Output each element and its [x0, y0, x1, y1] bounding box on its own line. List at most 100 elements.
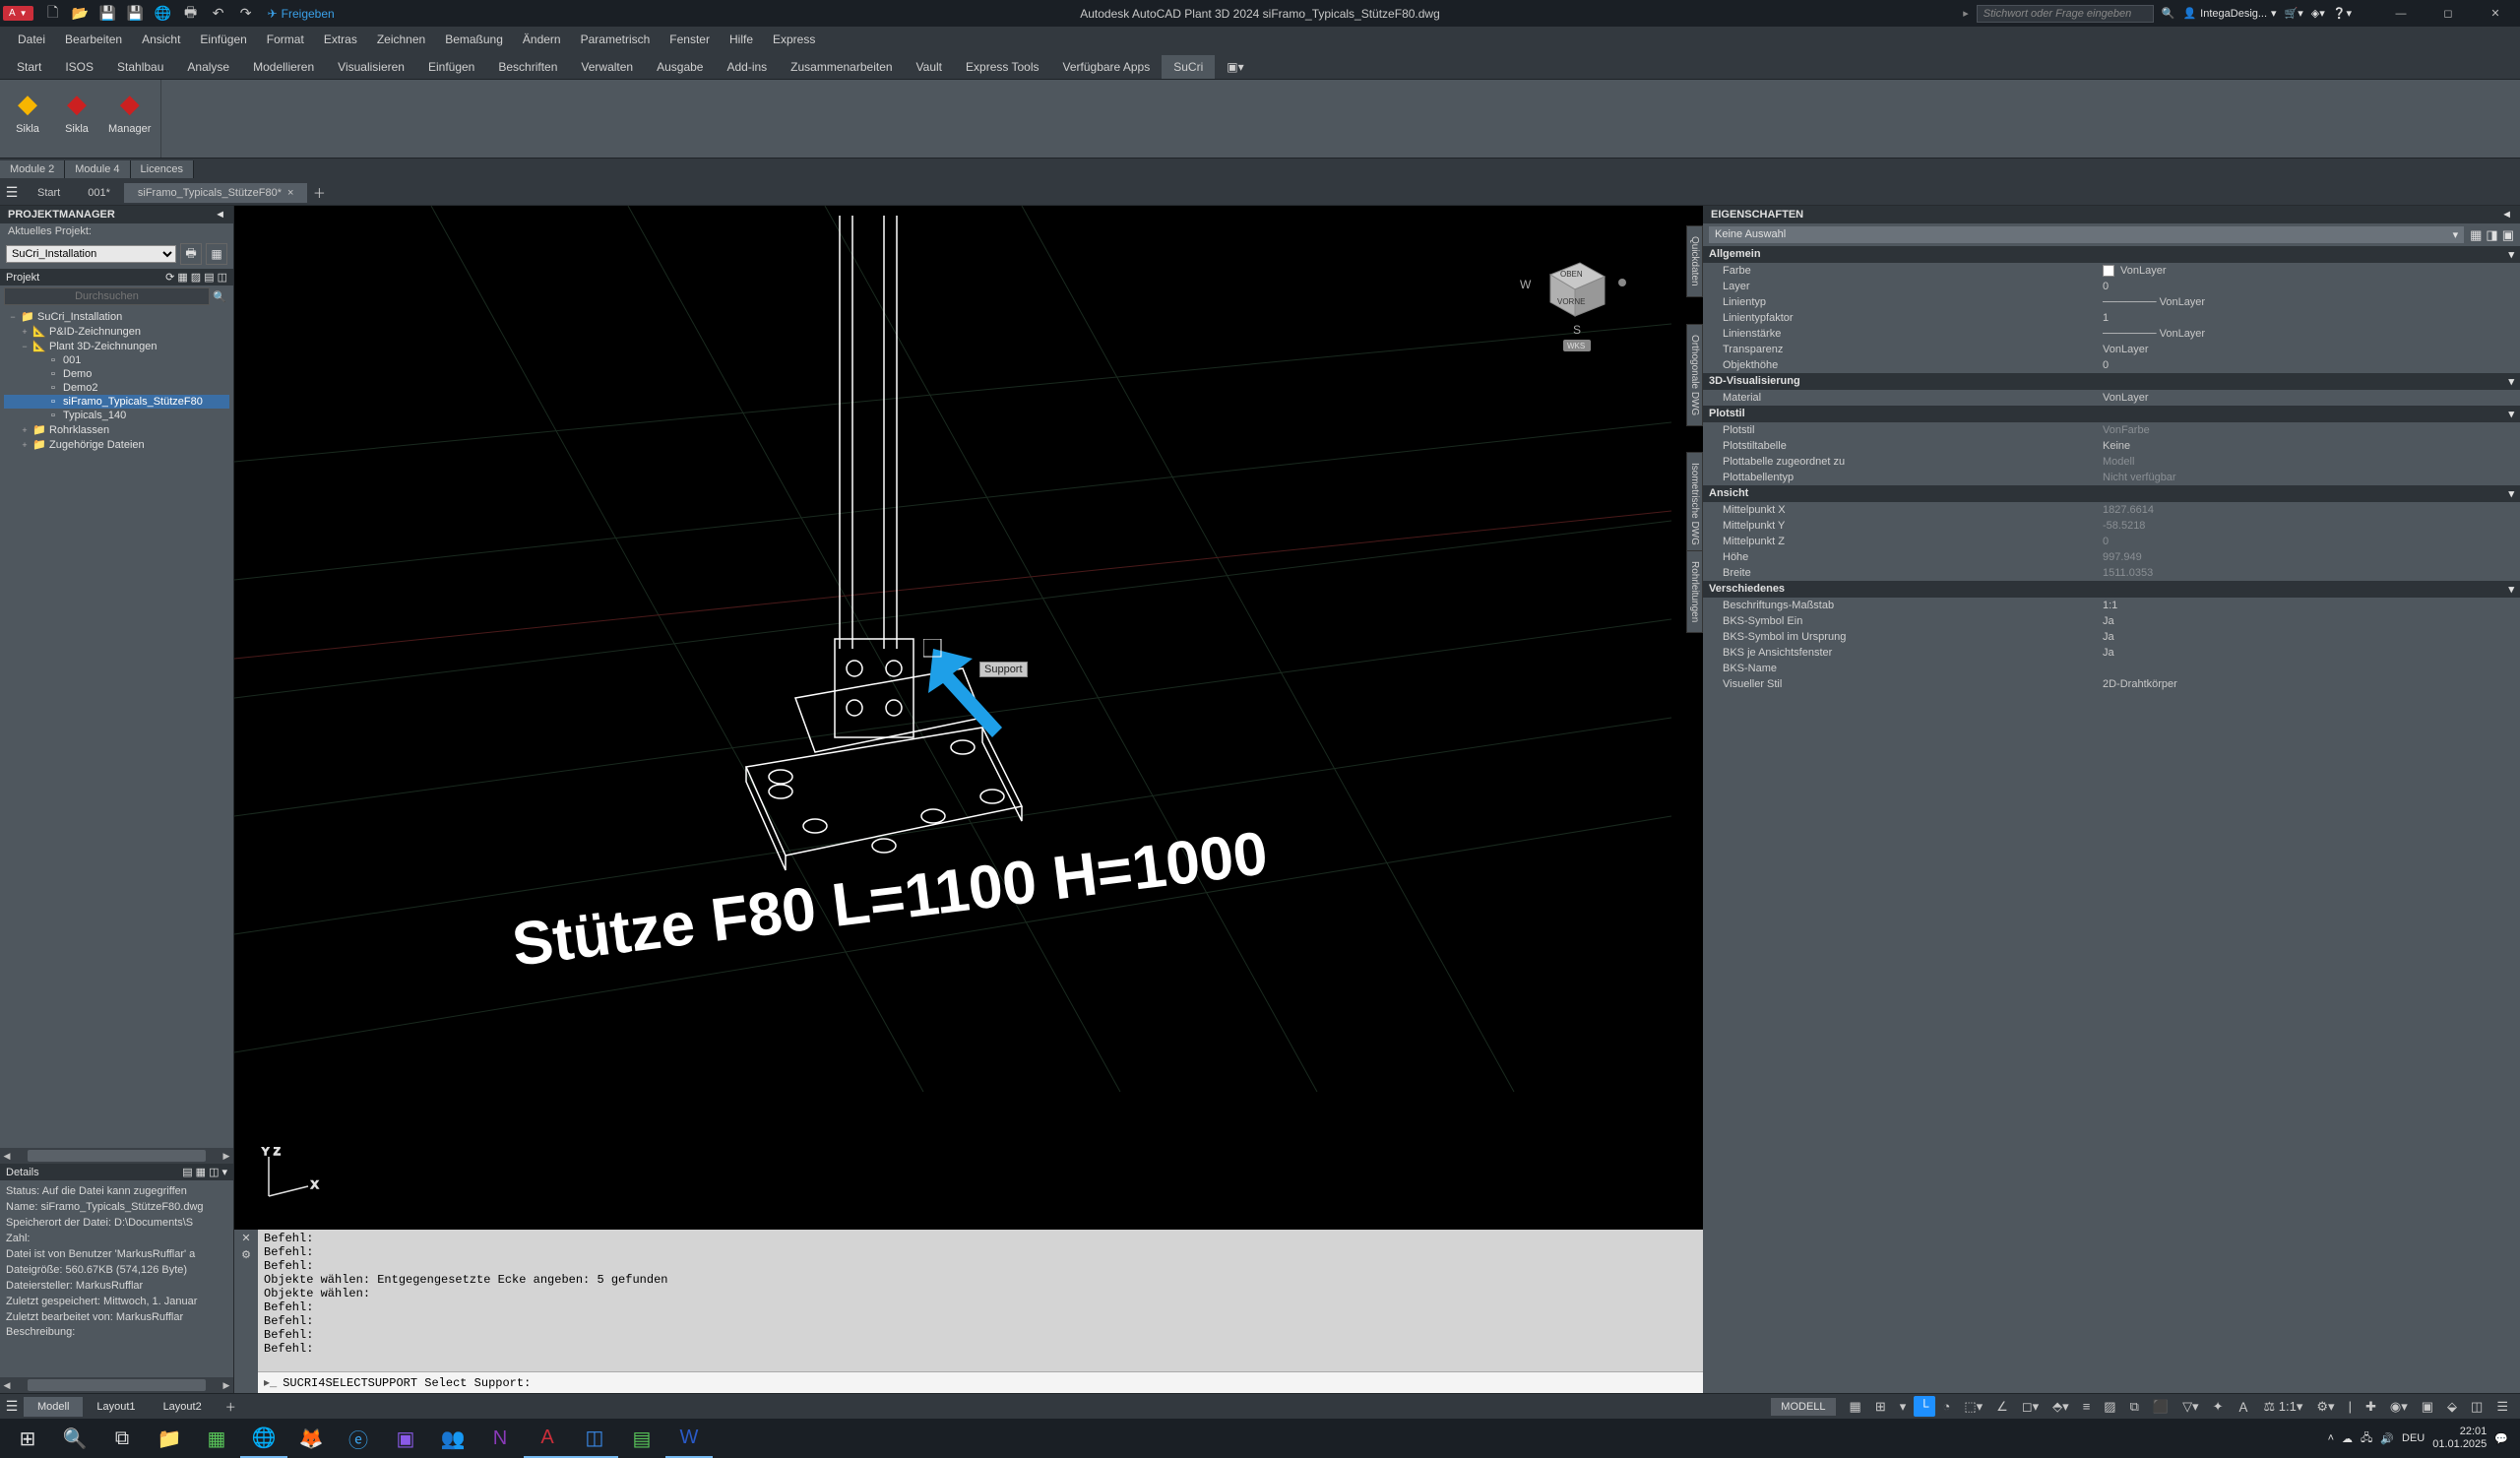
sb-lwt-icon[interactable]: ≡ — [2077, 1396, 2097, 1417]
close-button[interactable]: ✕ — [2474, 2, 2517, 26]
prop-row[interactable]: BKS-Symbol EinJa — [1703, 613, 2520, 629]
minimize-button[interactable]: — — [2379, 2, 2423, 26]
tree-node[interactable]: +📁Zugehörige Dateien — [4, 437, 229, 452]
props-ic3-icon[interactable]: ▣ — [2502, 227, 2514, 243]
sb-3dosnap-icon[interactable]: ⬘▾ — [2047, 1396, 2075, 1418]
tree-node[interactable]: −📁SuCri_Installation — [4, 309, 229, 324]
sb-polar-icon[interactable]: ◔ — [1937, 1396, 1957, 1417]
prop-row[interactable]: BKS-Name — [1703, 661, 2520, 676]
clock[interactable]: 22:0101.01.2025 — [2432, 1426, 2487, 1451]
ribbon-group[interactable]: Module 4 — [65, 160, 130, 178]
ribbon-tab[interactable]: Analyse — [175, 55, 241, 79]
doc-tab[interactable]: Start — [24, 183, 74, 203]
prop-row[interactable]: Objekthöhe0 — [1703, 357, 2520, 373]
tree-node[interactable]: −📐Plant 3D-Zeichnungen — [4, 339, 229, 353]
prop-row[interactable]: PlottabellentypNicht verfügbar — [1703, 470, 2520, 485]
menu-bemaßung[interactable]: Bemaßung — [435, 29, 513, 50]
prop-row[interactable]: Breite1511.0353 — [1703, 565, 2520, 581]
command-input[interactable]: ▸_ SUCRI4SELECTSUPPORT Select Support: — [258, 1371, 1703, 1393]
doc-tabs-menu-icon[interactable]: ☰ — [0, 184, 24, 201]
sb-hw-icon[interactable]: ⬙ — [2441, 1396, 2463, 1418]
app-menu[interactable]: A▼ — [3, 6, 33, 21]
tree-node[interactable]: +📁Rohrklassen — [4, 422, 229, 437]
details-ic3-icon[interactable]: ◫ — [209, 1166, 219, 1178]
tree-node[interactable]: ▫Demo2 — [4, 381, 229, 395]
props-ic2-icon[interactable]: ◨ — [2486, 227, 2497, 243]
sb-custom-icon[interactable]: ☰ — [2490, 1396, 2514, 1418]
cart-icon[interactable]: 🛒▾ — [2285, 7, 2303, 20]
sb-snap-icon[interactable]: ⊞ — [1869, 1396, 1892, 1418]
tray-lang[interactable]: DEU — [2402, 1432, 2425, 1444]
start-button[interactable]: ⊞ — [4, 1419, 51, 1458]
layout-tab[interactable]: Layout2 — [150, 1397, 216, 1417]
ribbon-tab[interactable]: Einfügen — [416, 55, 486, 79]
prop-row[interactable]: Linientypfaktor1 — [1703, 310, 2520, 326]
menu-bearbeiten[interactable]: Bearbeiten — [55, 29, 132, 50]
sb-otrack-icon[interactable]: ∠ — [1990, 1396, 2014, 1418]
sb-filter-icon[interactable]: ▽▾ — [2176, 1396, 2205, 1418]
qat-saveas-icon[interactable]: 💾 — [124, 2, 148, 26]
sb-cycle-icon[interactable]: ⧉ — [2124, 1396, 2145, 1418]
menu-fenster[interactable]: Fenster — [660, 29, 720, 50]
onenote-icon[interactable]: N — [476, 1419, 524, 1458]
prop-row[interactable]: Plottabelle zugeordnet zuModell — [1703, 454, 2520, 470]
qat-new-icon[interactable]: 🗋 — [41, 2, 65, 26]
doc-tab[interactable]: 001* — [74, 183, 124, 203]
menu-hilfe[interactable]: Hilfe — [720, 29, 763, 50]
project-btn2-icon[interactable]: ▦ — [206, 243, 227, 265]
sb-scale-icon[interactable]: ⚖ 1:1▾ — [2258, 1396, 2309, 1418]
tree-node[interactable]: ▫Typicals_140 — [4, 409, 229, 422]
ribbon-btn-sikla[interactable]: ◆Sikla — [55, 84, 98, 137]
sb-vis-icon[interactable]: ◉▾ — [2384, 1396, 2414, 1418]
share-button[interactable]: ✈ Freigeben — [268, 7, 335, 21]
sb-clean-icon[interactable]: ◫ — [2465, 1396, 2488, 1418]
ribbon-tab[interactable]: Visualisieren — [326, 55, 416, 79]
tree-ic1-icon[interactable]: ▦ — [177, 271, 187, 284]
ribbon-tab[interactable]: Start — [5, 55, 53, 79]
edge-icon[interactable]: ⓔ — [335, 1419, 382, 1458]
ribbon-tab[interactable]: Express Tools — [954, 55, 1050, 79]
tree-refresh-icon[interactable]: ⟳ — [165, 271, 174, 284]
prop-row[interactable]: PlotstilVonFarbe — [1703, 422, 2520, 438]
ribbon-group[interactable]: Licences — [131, 160, 194, 178]
prop-row[interactable]: Mittelpunkt X1827.6614 — [1703, 502, 2520, 518]
tree-search-input[interactable] — [4, 287, 210, 305]
sb-ws-icon[interactable]: ✚ — [2360, 1396, 2382, 1418]
tree-node[interactable]: ▫001 — [4, 353, 229, 367]
tree-scrollbar[interactable]: ◀▶ — [0, 1148, 233, 1164]
maximize-button[interactable]: ◻ — [2426, 2, 2470, 26]
sb-ortho-icon[interactable]: └ — [1914, 1396, 1934, 1417]
qat-web-icon[interactable]: 🌐 — [152, 2, 175, 26]
prop-row[interactable]: TransparenzVonLayer — [1703, 342, 2520, 357]
layout-menu-icon[interactable]: ☰ — [0, 1398, 24, 1415]
ribbon-tab[interactable]: Add-ins — [715, 55, 779, 79]
qat-open-icon[interactable]: 📂 — [69, 2, 93, 26]
tree-node[interactable]: ▫siFramo_Typicals_StützeF80 — [4, 395, 229, 409]
palette-close-icon[interactable]: ◄ — [215, 209, 225, 221]
project-select[interactable]: SuCri_Installation — [6, 245, 176, 263]
tray-notif-icon[interactable]: 💬 — [2494, 1432, 2508, 1445]
help-icon[interactable]: ❔▾ — [2333, 7, 2352, 20]
teams-icon[interactable]: 👥 — [429, 1419, 476, 1458]
ribbon-tab[interactable]: Vault — [905, 55, 954, 79]
tray-vol-icon[interactable]: 🔊 — [2380, 1432, 2394, 1445]
sb-osnap-icon[interactable]: ◻▾ — [2016, 1396, 2045, 1418]
viewcube[interactable]: OBEN VORNE W S WKS — [1516, 235, 1634, 353]
tray-up-icon[interactable]: ˄ — [2328, 1432, 2334, 1444]
prop-category[interactable]: Plotstil▾ — [1703, 406, 2520, 422]
tree-ic3-icon[interactable]: ▤ — [204, 271, 214, 284]
menu-ändern[interactable]: Ändern — [513, 29, 571, 50]
word-icon[interactable]: W — [665, 1419, 713, 1458]
prop-row[interactable]: Mittelpunkt Y-58.5218 — [1703, 518, 2520, 534]
prop-row[interactable]: Linientyp─────── VonLayer — [1703, 294, 2520, 310]
qat-save-icon[interactable]: 💾 — [96, 2, 120, 26]
layout-tab[interactable]: Layout1 — [83, 1397, 149, 1417]
taskview-button[interactable]: ⧉ — [98, 1419, 146, 1458]
details-scrollbar[interactable]: ◀▶ — [0, 1377, 233, 1393]
tab-close-icon[interactable]: × — [287, 187, 293, 199]
cmd-opts-icon[interactable]: ⚙ — [241, 1248, 251, 1261]
sb-gizmo-icon[interactable]: ✦ — [2207, 1396, 2230, 1418]
menu-express[interactable]: Express — [763, 29, 825, 50]
user-menu[interactable]: 👤 IntegaDesig... ▾ — [2182, 7, 2276, 20]
props-close-icon[interactable]: ◄ — [2501, 209, 2512, 221]
